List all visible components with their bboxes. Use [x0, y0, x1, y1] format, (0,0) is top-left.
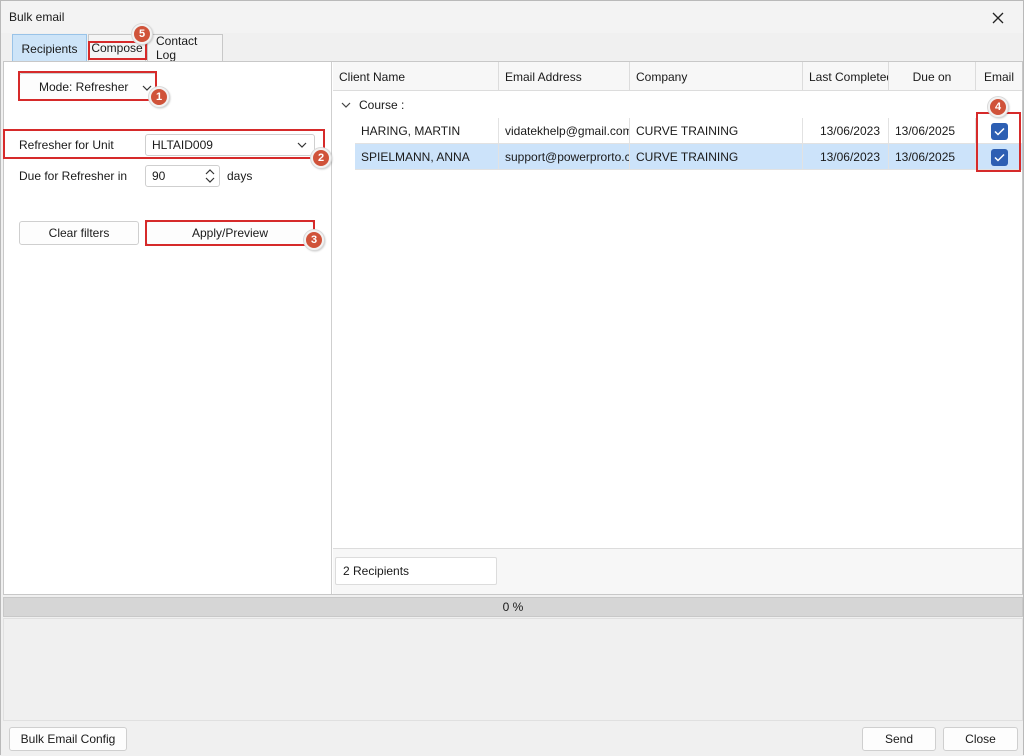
annotation-badge: 5 — [132, 24, 152, 44]
refresher-unit-select[interactable]: HLTAID009 — [145, 134, 315, 156]
email-checkbox[interactable] — [990, 148, 1008, 166]
send-progress-bar: 0 % — [3, 597, 1023, 617]
chevron-down-icon[interactable] — [205, 176, 215, 184]
status-log-area — [3, 618, 1023, 721]
checkmark-icon — [993, 153, 1005, 162]
cell-email-checkbox — [976, 144, 1022, 170]
grid-header: Client Name Email Address Company Last C… — [333, 62, 1022, 91]
tab-contact-log-label: Contact Log — [156, 34, 198, 62]
mode-button-label: Mode: Refresher — [39, 80, 129, 94]
cell-company: CURVE TRAINING — [630, 118, 803, 144]
clear-filters-label: Clear filters — [48, 226, 110, 240]
column-company[interactable]: Company — [630, 62, 803, 91]
annotation-badge: 1 — [149, 87, 169, 107]
spinner-arrows[interactable] — [205, 168, 215, 184]
column-email[interactable]: Email — [976, 62, 1022, 91]
close-icon — [992, 12, 1004, 24]
annotation-badge: 2 — [311, 148, 331, 168]
chevron-down-icon[interactable] — [341, 101, 351, 109]
cell-email-address: support@powerprorto.com — [499, 144, 630, 170]
refresher-unit-value: HLTAID009 — [152, 138, 213, 152]
bulk-email-config-label: Bulk Email Config — [20, 732, 116, 746]
column-client-name[interactable]: Client Name — [333, 62, 499, 91]
due-refresher-label: Due for Refresher in — [19, 169, 128, 183]
refresher-unit-label: Refresher for Unit — [19, 138, 114, 152]
tab-compose-label: Compose — [91, 41, 143, 55]
due-days-spinner[interactable]: 90 — [145, 165, 220, 187]
chevron-up-icon[interactable] — [205, 168, 215, 176]
tab-contact-log[interactable]: Contact Log — [147, 34, 223, 62]
bottom-button-bar: Bulk Email Config Send Close — [1, 721, 1023, 756]
cell-company: CURVE TRAINING — [630, 144, 803, 170]
apply-preview-label: Apply/Preview — [191, 226, 269, 240]
filter-pane: Mode: Refresher Refresher for Unit HLTAI… — [4, 62, 332, 594]
close-window-button[interactable] — [987, 7, 1009, 29]
clear-filters-button[interactable]: Clear filters — [19, 221, 139, 245]
send-label: Send — [884, 732, 914, 746]
chevron-down-icon — [297, 142, 307, 148]
cell-due-on: 13/06/2025 — [889, 144, 976, 170]
apply-preview-button[interactable]: Apply/Preview — [146, 221, 314, 245]
email-checkbox[interactable] — [990, 122, 1008, 140]
grid-footer: 2 Recipients — [333, 548, 1022, 594]
group-label: Course : — [359, 98, 405, 112]
tab-recipients-label: Recipients — [21, 41, 78, 56]
cell-client-name: SPIELMANN, ANNA — [355, 144, 499, 170]
table-row[interactable]: SPIELMANN, ANNA support@powerprorto.com … — [355, 144, 1022, 170]
bulk-email-window: Bulk email Recipients Compose Contact Lo… — [0, 0, 1024, 756]
cell-last-completed: 13/06/2023 — [803, 118, 889, 144]
checkmark-icon — [993, 127, 1005, 136]
group-row-course[interactable]: Course : — [333, 93, 1022, 117]
title-bar: Bulk email — [1, 1, 1023, 33]
close-label: Close — [965, 732, 996, 746]
cell-email-checkbox — [976, 118, 1022, 144]
due-days-value: 90 — [152, 169, 166, 183]
cell-email-address: vidatekhelp@gmail.com — [499, 118, 630, 144]
annotation-badge: 4 — [988, 97, 1008, 117]
recipients-grid: Client Name Email Address Company Last C… — [333, 62, 1022, 548]
progress-text: 0 % — [502, 600, 524, 614]
tab-recipients[interactable]: Recipients — [12, 34, 87, 62]
column-last-completed[interactable]: Last Completed — [803, 62, 889, 91]
column-email-address[interactable]: Email Address — [499, 62, 630, 91]
window-title: Bulk email — [9, 10, 65, 24]
close-button[interactable]: Close — [943, 727, 1018, 751]
cell-due-on: 13/06/2025 — [889, 118, 976, 144]
cell-client-name: HARING, MARTIN — [355, 118, 499, 144]
cell-last-completed: 13/06/2023 — [803, 144, 889, 170]
mode-dropdown-button[interactable]: Mode: Refresher — [19, 73, 157, 101]
recipient-count: 2 Recipients — [335, 557, 497, 585]
send-button[interactable]: Send — [862, 727, 936, 751]
annotation-badge: 3 — [304, 230, 324, 250]
column-due-on[interactable]: Due on — [889, 62, 976, 91]
table-row[interactable]: HARING, MARTIN vidatekhelp@gmail.com CUR… — [355, 118, 1022, 144]
bulk-email-config-button[interactable]: Bulk Email Config — [9, 727, 127, 751]
due-days-unit: days — [227, 169, 253, 183]
